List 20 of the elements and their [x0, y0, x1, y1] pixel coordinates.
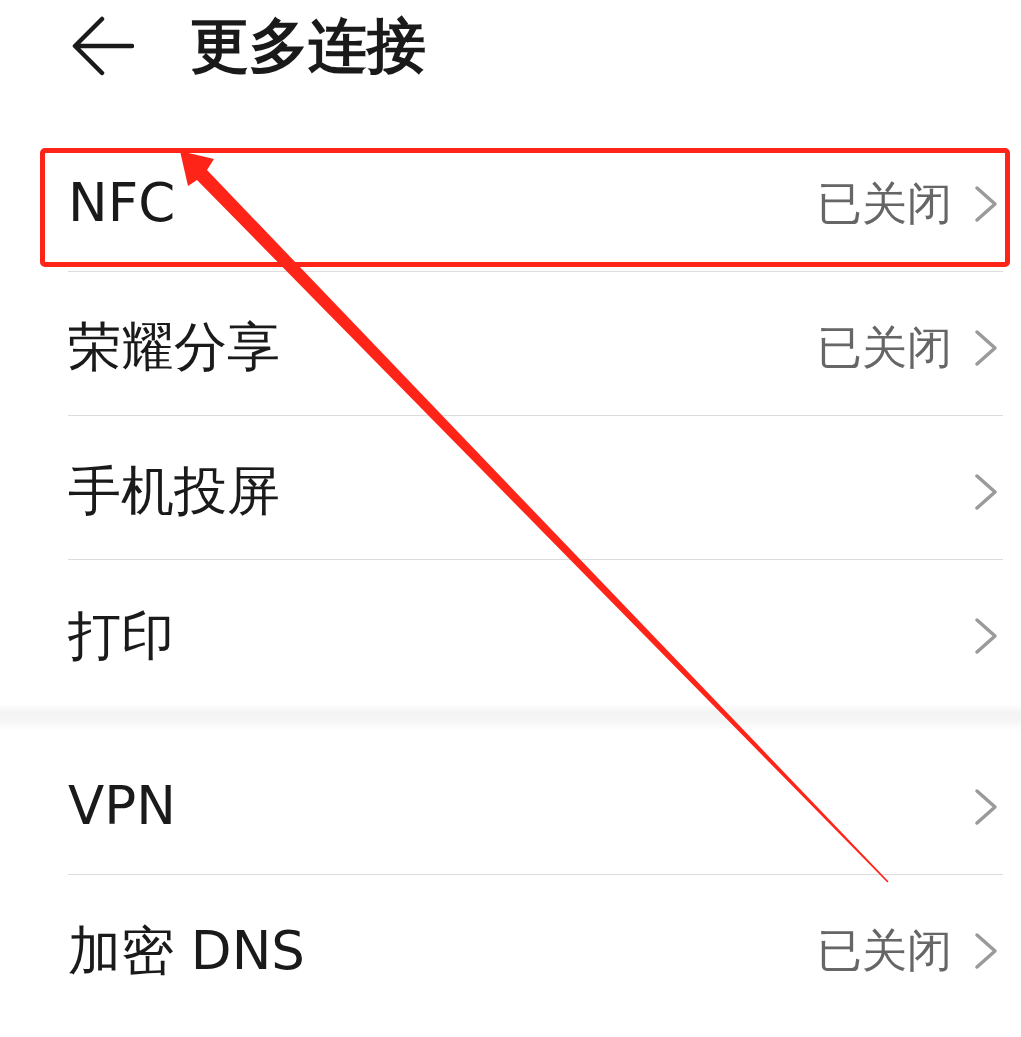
chevron-right-icon [974, 932, 998, 970]
item-label: 荣耀分享 [68, 315, 280, 378]
item-label: 加密 DNS [68, 918, 305, 982]
page-title: 更多连接 [190, 13, 426, 79]
status-value: 已关闭 [817, 925, 952, 977]
item-label: VPN [68, 774, 176, 837]
chevron-right-icon [974, 787, 998, 826]
chevron-right-icon [974, 472, 998, 511]
item-label: 打印 [68, 603, 174, 667]
chevron-right-icon [974, 617, 998, 655]
back-arrow-icon [72, 16, 134, 76]
item-label: 手机投屏 [68, 459, 280, 522]
settings-item[interactable]: 打印 [68, 560, 1003, 704]
chevron-right-icon [974, 328, 998, 367]
chevron-right-icon [974, 184, 998, 223]
back-button[interactable] [72, 16, 134, 76]
settings-item[interactable]: 加密 DNS 已关闭 [68, 875, 1003, 1019]
status-value: 已关闭 [817, 177, 952, 230]
item-label: NFC [68, 171, 176, 234]
status-value: 已关闭 [817, 321, 952, 374]
